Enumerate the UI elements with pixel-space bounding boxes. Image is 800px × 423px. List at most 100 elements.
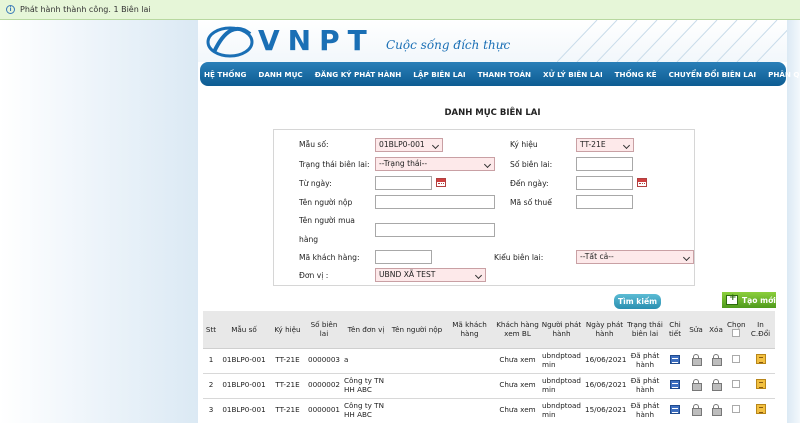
cell-so-bien-lai: 0000002 <box>306 373 342 399</box>
col-ngay-phat-hanh: Ngày phát hành <box>583 311 626 349</box>
row-checkbox[interactable] <box>732 405 740 414</box>
right-background <box>787 20 800 423</box>
col-chon-label: Chọn <box>727 319 746 329</box>
detail-icon[interactable] <box>670 379 680 389</box>
menu-he-thong[interactable]: HỆ THỐNG <box>204 70 246 79</box>
add-icon <box>726 293 738 305</box>
delete-lock-icon[interactable] <box>712 404 722 417</box>
select-all-checkbox[interactable] <box>732 328 740 337</box>
col-ten-nguoi-nop: Tên người nộp <box>390 311 444 349</box>
header-banner: VNPT Cuộc sống đích thực <box>198 20 787 62</box>
cell-chon <box>726 348 746 374</box>
cell-khach-hang-xem: Chưa xem <box>495 348 540 374</box>
ten-nguoi-nop-input[interactable] <box>375 195 495 209</box>
table-row: 3 01BLP0-001 TT-21E 0000001 Công ty TN H… <box>203 398 775 423</box>
den-ngay-calendar-icon[interactable] <box>637 178 647 187</box>
row-checkbox[interactable] <box>732 380 740 389</box>
cell-xoa <box>706 398 726 423</box>
col-stt: Stt <box>203 311 219 349</box>
cell-ten-nguoi-nop <box>390 373 444 399</box>
cell-khach-hang-xem: Chưa xem <box>495 398 540 423</box>
cell-ma-khach-hang <box>444 373 495 399</box>
cell-ten-don-vi: Công ty TN HH ABC <box>342 373 390 399</box>
cell-ky-hieu: TT-21E <box>269 398 306 423</box>
table-row: 2 01BLP0-001 TT-21E 0000002 Công ty TN H… <box>203 373 775 399</box>
col-khach-hang-xem: Khách hàng xem BL <box>495 311 540 349</box>
search-form: Mẫu số: 01BLP0-001 Ký hiệu TT-21E Trạng … <box>273 129 695 286</box>
menu-chuyen-doi-bien-lai[interactable]: CHUYỂN ĐỔI BIÊN LAI <box>669 70 756 79</box>
col-chon: Chọn <box>726 311 746 349</box>
cell-so-bien-lai: 0000003 <box>306 348 342 374</box>
edit-lock-icon[interactable] <box>692 354 702 367</box>
ten-nguoi-mua-label-2: hàng <box>299 235 319 244</box>
menu-thanh-toan[interactable]: THANH TOÁN <box>478 70 531 79</box>
cell-sua <box>686 398 706 423</box>
table-header-row: Stt Mẫu số Ký hiệu Số biên lai Tên đơn v… <box>203 311 775 349</box>
menu-thong-ke[interactable]: THỐNG KÊ <box>615 70 657 79</box>
ma-khach-hang-input[interactable] <box>375 250 432 264</box>
search-button[interactable]: Tìm kiếm <box>614 294 661 309</box>
den-ngay-input[interactable] <box>576 176 633 190</box>
cell-chi-tiet <box>664 398 686 423</box>
detail-icon[interactable] <box>670 354 680 364</box>
detail-icon[interactable] <box>670 404 680 414</box>
menu-phan-quyen[interactable]: PHÂN QUYỀN <box>768 70 800 79</box>
col-nguoi-phat-hanh: Người phát hành <box>540 311 583 349</box>
print-convert-icon[interactable] <box>755 404 766 415</box>
cell-chi-tiet <box>664 348 686 374</box>
row-checkbox[interactable] <box>732 355 740 364</box>
cell-ky-hieu: TT-21E <box>269 373 306 399</box>
ten-nguoi-nop-label: Tên người nộp <box>299 198 353 207</box>
cell-ky-hieu: TT-21E <box>269 348 306 374</box>
kieu-bien-lai-label: Kiểu biên lai: <box>494 253 544 262</box>
cell-so-bien-lai: 0000001 <box>306 398 342 423</box>
col-ten-don-vi: Tên đơn vị <box>342 311 390 349</box>
ma-khach-hang-label: Mã khách hàng: <box>299 253 360 262</box>
cell-chon <box>726 398 746 423</box>
cell-xoa <box>706 348 726 374</box>
edit-lock-icon[interactable] <box>692 404 702 417</box>
mau-so-select[interactable]: 01BLP0-001 <box>375 138 443 152</box>
cell-trang-thai: Đã phát hành <box>626 373 664 399</box>
receipt-table: Stt Mẫu số Ký hiệu Số biên lai Tên đơn v… <box>203 311 775 423</box>
so-bien-lai-input[interactable] <box>576 157 633 171</box>
cell-nguoi-phat-hanh: ubndptoad min <box>540 348 583 374</box>
main-menu: HỆ THỐNG DANH MỤC ĐĂNG KÝ PHÁT HÀNH LẬP … <box>200 62 800 86</box>
delete-lock-icon[interactable] <box>712 379 722 392</box>
don-vi-select[interactable]: UBND XÃ TEST <box>375 268 486 282</box>
trang-thai-select[interactable]: --Trạng thái-- <box>375 157 495 171</box>
cell-ten-don-vi: Công ty TN HH ABC <box>342 398 390 423</box>
col-xoa: Xóa <box>706 311 726 349</box>
notification-message: Phát hành thành công. 1 Biên lai <box>20 5 151 14</box>
ten-nguoi-mua-label: Tên người mua <box>299 216 355 225</box>
cell-sua <box>686 348 706 374</box>
print-convert-icon[interactable] <box>755 354 766 365</box>
ten-nguoi-mua-input[interactable] <box>375 223 495 237</box>
print-convert-icon[interactable] <box>755 379 766 390</box>
tu-ngay-calendar-icon[interactable] <box>436 178 446 187</box>
delete-lock-icon[interactable] <box>712 354 722 367</box>
cell-stt: 3 <box>203 398 219 423</box>
menu-dang-ky-phat-hanh[interactable]: ĐĂNG KÝ PHÁT HÀNH <box>315 70 402 79</box>
banner-decoration <box>557 20 787 62</box>
col-mau-so: Mẫu số <box>219 311 269 349</box>
create-button[interactable]: Tạo mới <box>722 292 776 308</box>
vnpt-logo-icon <box>206 26 254 58</box>
cell-ngay-phat-hanh: 16/06/2021 <box>583 348 626 374</box>
cell-khach-hang-xem: Chưa xem <box>495 373 540 399</box>
menu-danh-muc[interactable]: DANH MỤC <box>258 70 302 79</box>
kieu-bien-lai-select[interactable]: --Tất cả-- <box>576 250 694 264</box>
den-ngay-label: Đến ngày: <box>510 179 549 188</box>
tu-ngay-label: Từ ngày: <box>299 179 332 188</box>
brand-logo: VNPT <box>258 24 375 57</box>
col-so-bien-lai: Số biên lai <box>306 311 342 349</box>
menu-lap-bien-lai[interactable]: LẬP BIÊN LAI <box>413 70 465 79</box>
menu-xu-ly-bien-lai[interactable]: XỬ LÝ BIÊN LAI <box>543 70 603 79</box>
ky-hieu-select[interactable]: TT-21E <box>576 138 634 152</box>
tu-ngay-input[interactable] <box>375 176 432 190</box>
cell-in <box>746 348 775 374</box>
ma-so-thue-input[interactable] <box>576 195 633 209</box>
cell-trang-thai: Đã phát hành <box>626 398 664 423</box>
ma-so-thue-label: Mã số thuế <box>510 198 552 207</box>
edit-lock-icon[interactable] <box>692 379 702 392</box>
